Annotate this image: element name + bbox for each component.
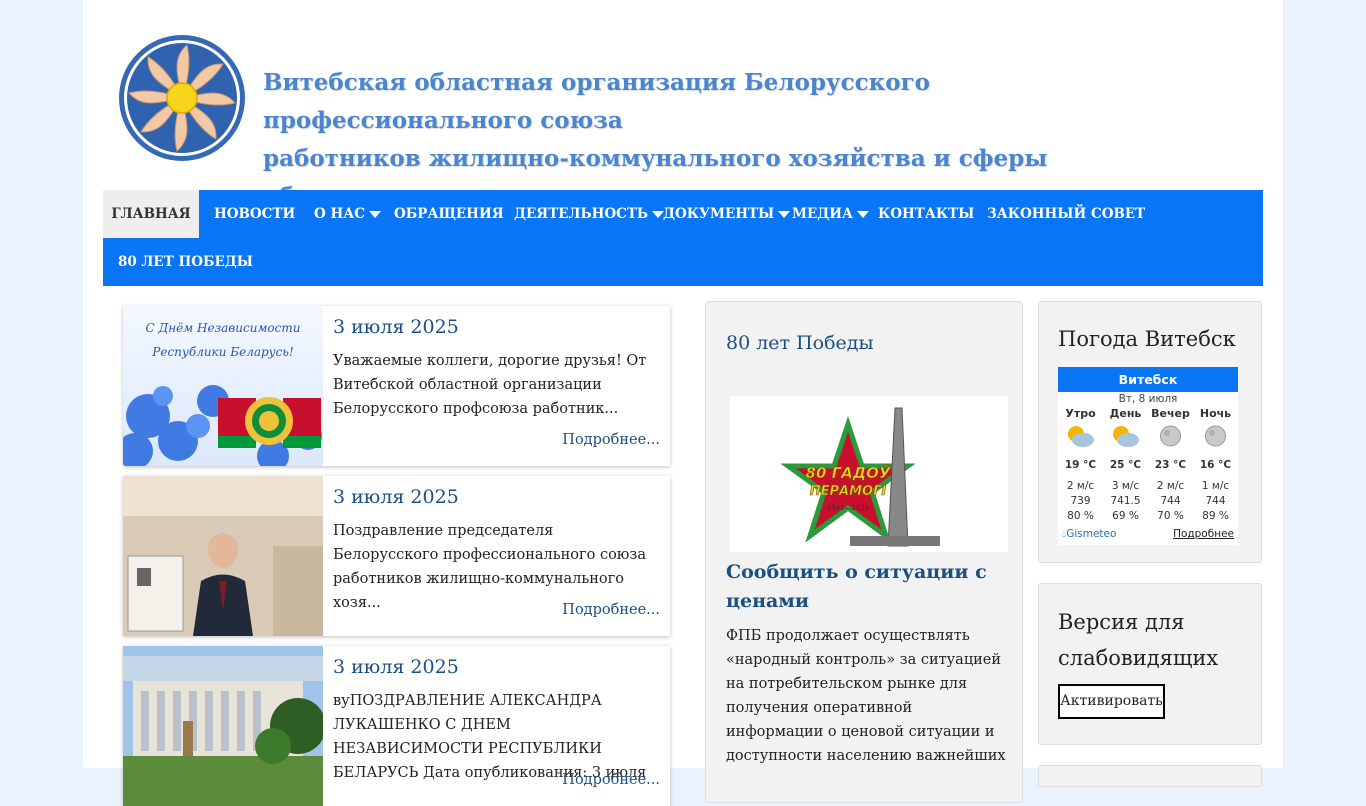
accessibility-title-line2: слабовидящих: [1058, 646, 1219, 670]
weather-footer: 💧︎Gismeteo Подробнее: [1058, 525, 1238, 543]
news-date: 3 июля 2025: [333, 656, 459, 678]
news-image[interactable]: С Днём Независимости Республики Беларусь…: [123, 306, 323, 466]
weather-date: Вт, 8 июля: [1118, 393, 1178, 405]
news-excerpt: Уважаемые коллеги, дорогие друзья! От Ви…: [333, 353, 647, 417]
period-pressure: 744: [1160, 495, 1181, 507]
period-pressure: 744: [1205, 495, 1226, 507]
independence-day-image: С Днём Независимости Республики Беларусь…: [123, 306, 323, 466]
accessibility-widget: Версия для слабовидящих Активировать: [1038, 583, 1262, 745]
banner-years: 1945—2025: [827, 504, 870, 512]
page: Витебская областная организация Белорусс…: [83, 0, 1283, 806]
period-wind: 3 м/с: [1111, 480, 1140, 492]
period-label: День: [1109, 407, 1142, 420]
period-label: Ночь: [1199, 407, 1232, 420]
nav-item-contacts[interactable]: Контакты: [878, 190, 974, 238]
site-title-line1: Витебская областная организация Белорусс…: [263, 69, 931, 134]
nav-item-legal-council[interactable]: Законный совет: [987, 190, 1145, 238]
palace-photo: [123, 646, 323, 806]
chevron-down-icon: [857, 211, 869, 218]
weather-period: Утро 19 °C 2 м/с 739 80 %: [1058, 407, 1103, 524]
period-wind: 2 м/с: [1156, 480, 1185, 492]
read-more-link[interactable]: Подробнее...: [562, 772, 660, 788]
nav-item-about[interactable]: О нас: [314, 190, 381, 238]
period-temp: 16 °C: [1199, 459, 1232, 471]
period-temp: 19 °C: [1064, 459, 1097, 471]
partly-cloudy-icon: [1103, 421, 1148, 451]
chevron-down-icon: [368, 211, 381, 218]
price-report-text: ФПБ продолжает осуществлять «народный ко…: [726, 628, 1006, 764]
nav-item-documents[interactable]: Документы: [663, 190, 791, 238]
nav-item-80-years-victory[interactable]: 80 лет Победы: [118, 238, 253, 286]
weather-city[interactable]: Витебск: [1058, 367, 1238, 392]
image-caption-line2: Республики Беларусь!: [151, 345, 294, 359]
period-pressure: 741.5: [1110, 495, 1141, 507]
nav-item-documents-label: Документы: [663, 206, 775, 222]
period-wind: 2 м/с: [1066, 480, 1095, 492]
period-temp: 23 °C: [1154, 459, 1187, 471]
partly-cloudy-icon: [1058, 421, 1103, 451]
weather-title: Погода Витебск: [1058, 327, 1236, 351]
victory-80-banner-image: 80 ГАДОЎ ПЕРАМОГІ 1945—2025: [730, 396, 1008, 552]
nav-item-activity[interactable]: Деятельность: [514, 190, 665, 238]
news-date: 3 июля 2025: [333, 486, 459, 508]
weather-informer: Витебск Вт, 8 июля Утро 19 °C 2 м/с 739 …: [1058, 367, 1238, 545]
news-card: 3 июля 2025 вуПОЗДРАВЛЕНИЕ АЛЕКСАНДРА ЛУ…: [123, 646, 670, 806]
victory-sidebar: 80 лет Победы 80 ГАДОЎ ПЕРАМОГІ 1945—202…: [705, 301, 1023, 803]
victory-banner[interactable]: 80 ГАДОЎ ПЕРАМОГІ 1945—2025: [730, 396, 1008, 552]
nav-item-media-label: Медиа: [792, 206, 853, 222]
nav-item-activity-label: Деятельность: [514, 206, 649, 222]
main-nav: Главная Новости О нас Обращения Деятельн…: [103, 190, 1263, 286]
period-humidity: 70 %: [1157, 510, 1184, 522]
banner-line1: 80 ГАДОЎ: [806, 463, 892, 482]
price-report-link[interactable]: Сообщить о ситуации с ценами: [726, 558, 1006, 616]
gismeteo-label: Gismeteo: [1066, 528, 1117, 540]
read-more-link[interactable]: Подробнее...: [562, 432, 660, 448]
moon-icon: [1193, 421, 1238, 451]
period-humidity: 69 %: [1112, 510, 1139, 522]
nav-item-appeals[interactable]: Обращения: [394, 190, 504, 238]
news-excerpt: Поздравление председателя Белорусского п…: [333, 523, 646, 611]
period-wind: 1 м/с: [1201, 480, 1230, 492]
period-pressure: 739: [1070, 495, 1091, 507]
news-image[interactable]: [123, 646, 323, 806]
news-excerpt: вуПОЗДРАВЛЕНИЕ АЛЕКСАНДРА ЛУКАШЕНКО С ДН…: [333, 693, 647, 781]
period-label: Вечер: [1151, 407, 1190, 420]
chevron-down-icon: [778, 211, 791, 218]
nav-item-about-label: О нас: [314, 206, 365, 222]
nav-item-home[interactable]: Главная: [103, 190, 199, 238]
chairman-photo: [123, 476, 323, 636]
union-logo[interactable]: [117, 33, 247, 163]
weather-widget: Погода Витебск Витебск Вт, 8 июля Утро 1…: [1038, 301, 1262, 563]
banner-line2: ПЕРАМОГІ: [810, 484, 887, 499]
victory-title: 80 лет Победы: [726, 332, 874, 354]
accessibility-title: Версия для слабовидящих: [1058, 604, 1218, 676]
moon-icon: [1148, 421, 1193, 451]
nav-item-media[interactable]: Медиа: [792, 190, 869, 238]
weather-period: Ночь 16 °C 1 м/с 744 89 %: [1193, 407, 1238, 524]
period-humidity: 89 %: [1202, 510, 1229, 522]
gismeteo-logo[interactable]: 💧︎Gismeteo: [1062, 528, 1116, 541]
next-widget: [1038, 765, 1262, 787]
image-caption-line1: С Днём Независимости: [146, 321, 301, 335]
news-date: 3 июля 2025: [333, 316, 459, 338]
period-label: Утро: [1065, 407, 1096, 420]
read-more-link[interactable]: Подробнее...: [562, 602, 660, 618]
accessibility-title-line1: Версия для: [1058, 610, 1185, 634]
period-temp: 25 °C: [1109, 459, 1142, 471]
period-humidity: 80 %: [1067, 510, 1094, 522]
news-image[interactable]: [123, 476, 323, 636]
news-card: С Днём Независимости Республики Беларусь…: [123, 306, 670, 466]
weather-more-link[interactable]: Подробнее: [1173, 528, 1234, 540]
news-card: 3 июля 2025 Поздравление председателя Бе…: [123, 476, 670, 636]
weather-period: Вечер 23 °C 2 м/с 744 70 %: [1148, 407, 1193, 524]
weather-period: День 25 °C 3 м/с 741.5 69 %: [1103, 407, 1148, 524]
nav-item-news[interactable]: Новости: [214, 190, 295, 238]
activate-button[interactable]: Активировать: [1058, 684, 1165, 719]
